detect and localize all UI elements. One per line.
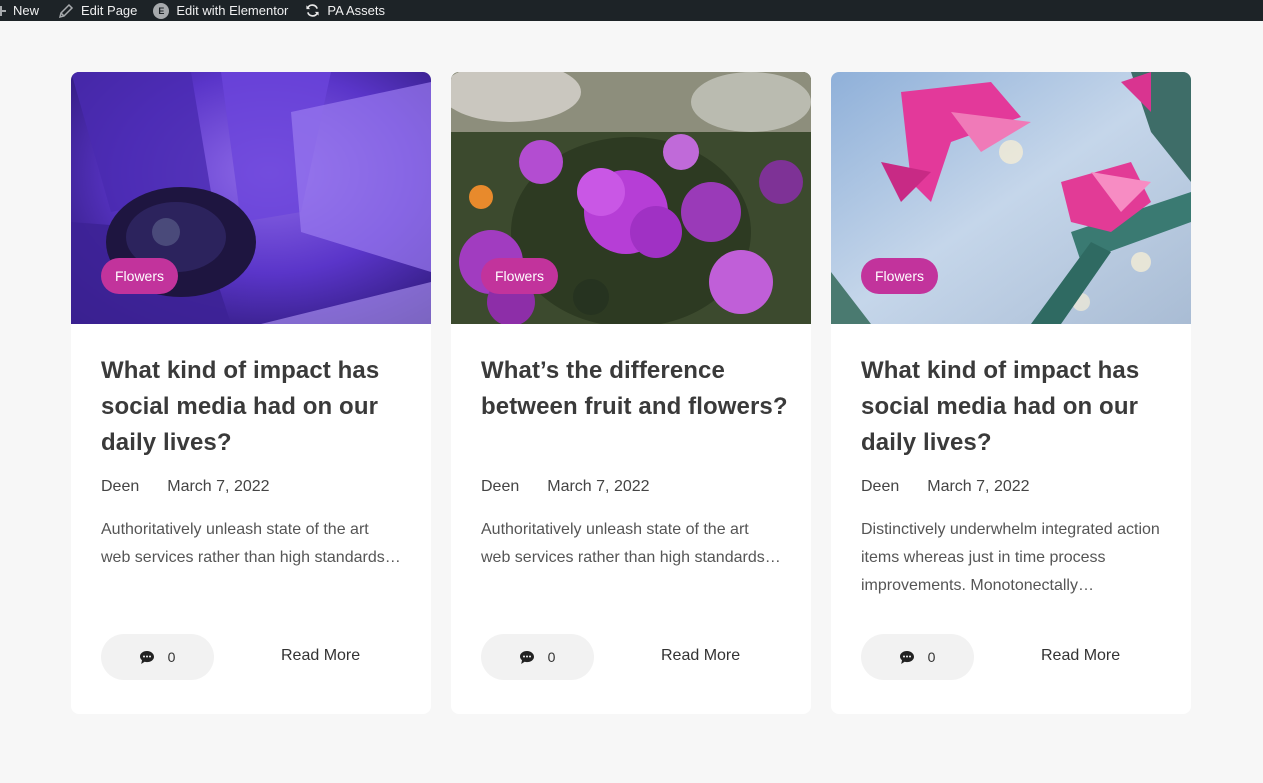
post-card: Flowers What’s the difference between fr… — [451, 72, 811, 714]
post-author[interactable]: Deen — [861, 478, 899, 496]
category-badge[interactable]: Flowers — [481, 258, 559, 294]
admin-edit-page-label: Edit Page — [81, 3, 138, 18]
comments-count: 0 — [927, 649, 936, 665]
post-excerpt: Authoritatively unleash state of the art… — [481, 521, 781, 566]
comments-count-button[interactable]: 0 — [101, 634, 214, 680]
post-date[interactable]: March 7, 2022 — [547, 478, 649, 496]
post-meta: Deen March 7, 2022 — [861, 478, 1030, 496]
post-author[interactable]: Deen — [101, 478, 139, 496]
post-card: Flowers What kind of impact has social m… — [71, 72, 431, 714]
comments-count: 0 — [167, 649, 176, 665]
post-author[interactable]: Deen — [481, 478, 519, 496]
post-excerpt: Distinctively underwhelm integrated acti… — [861, 521, 1160, 594]
post-title[interactable]: What kind of impact has social media had… — [101, 353, 411, 461]
comments-count: 0 — [547, 649, 556, 665]
post-meta: Deen March 7, 2022 — [101, 478, 270, 496]
post-date[interactable]: March 7, 2022 — [167, 478, 269, 496]
post-title[interactable]: What’s the difference between fruit and … — [481, 353, 791, 425]
comments-count-button[interactable]: 0 — [861, 634, 974, 680]
admin-edit-elementor-label: Edit with Elementor — [176, 3, 289, 18]
plus-icon — [0, 5, 6, 16]
read-more-link[interactable]: Read More — [661, 647, 740, 665]
admin-pa-assets-label: PA Assets — [327, 3, 385, 18]
refresh-icon — [306, 4, 319, 17]
post-title[interactable]: What kind of impact has social media had… — [861, 353, 1171, 461]
post-card: Flowers What kind of impact has social m… — [831, 72, 1191, 714]
read-more-link[interactable]: Read More — [281, 647, 360, 665]
comment-icon — [139, 650, 154, 664]
admin-new-button[interactable]: New — [0, 0, 39, 21]
post-meta: Deen March 7, 2022 — [481, 478, 650, 496]
comment-icon — [899, 650, 914, 664]
category-badge[interactable]: Flowers — [861, 258, 939, 294]
admin-edit-page-button[interactable]: Edit Page — [58, 0, 137, 21]
read-more-link[interactable]: Read More — [1041, 647, 1120, 665]
admin-edit-elementor-button[interactable]: E Edit with Elementor — [153, 0, 288, 21]
admin-new-label: New — [13, 3, 40, 18]
comments-count-button[interactable]: 0 — [481, 634, 594, 680]
post-date[interactable]: March 7, 2022 — [927, 478, 1029, 496]
admin-bar: New Edit Page E Edit with Elementor PA A… — [0, 0, 1263, 21]
admin-pa-assets-button[interactable]: PA Assets — [305, 0, 385, 21]
pencil-icon — [58, 3, 74, 18]
category-badge[interactable]: Flowers — [101, 258, 179, 294]
comment-icon — [519, 650, 534, 664]
elementor-icon: E — [153, 2, 170, 19]
post-excerpt: Authoritatively unleash state of the art… — [101, 521, 401, 566]
